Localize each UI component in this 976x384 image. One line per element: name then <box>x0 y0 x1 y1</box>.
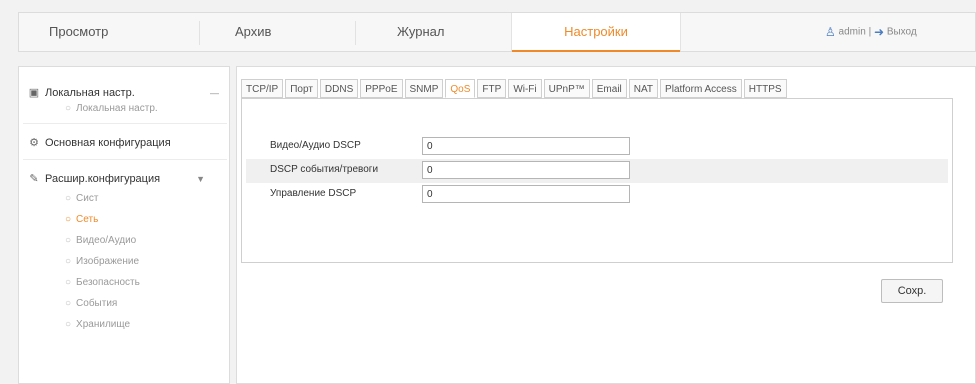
chevron-down-icon[interactable]: ▼ <box>196 169 205 189</box>
sidebar-divider <box>23 159 227 160</box>
user-icon: ♙ <box>825 25 836 39</box>
tab-ftp[interactable]: FTP <box>477 79 507 98</box>
tab-ddns[interactable]: DDNS <box>319 79 359 98</box>
sidebar-item-events[interactable]: ○ События <box>65 296 117 312</box>
tab-pppoe[interactable]: PPPoE <box>360 79 403 98</box>
management-dscp-input[interactable] <box>422 185 630 203</box>
monitor-icon: ▣ <box>28 87 40 99</box>
nav-separator <box>199 21 200 45</box>
bullet-icon: ○ <box>65 214 72 225</box>
bullet-icon: ○ <box>65 256 72 267</box>
sidebar-item-label: Хранилище <box>76 319 131 330</box>
gear-icon: ⚙ <box>29 137 39 149</box>
sidebar-group-label: Расшир.конфигурация <box>45 173 161 185</box>
tab-wifi[interactable]: Wi-Fi <box>508 79 542 98</box>
sidebar-group-label: Локальная настр. <box>45 87 135 99</box>
sidebar-item-security[interactable]: ○ Безопасность <box>65 275 140 291</box>
tab-tcpip[interactable]: TCP/IP <box>241 79 284 98</box>
wrench-icon: ✎ <box>29 173 39 185</box>
qos-settings-panel: Видео/Аудио DSCP DSCP события/тревоги Уп… <box>241 98 953 263</box>
user-separator: | <box>868 26 872 38</box>
logout-link[interactable]: Выход <box>887 27 917 38</box>
bullet-icon: ○ <box>65 277 72 288</box>
nav-tab-log[interactable]: Журнал <box>397 13 477 51</box>
bullet-icon: ○ <box>65 235 72 246</box>
event-alarm-dscp-input[interactable] <box>422 161 630 179</box>
sidebar-group-advanced[interactable]: ✎ Расшир.конфигурация ▼ <box>27 169 223 189</box>
sidebar-item-label: Безопасность <box>76 277 140 288</box>
sidebar-item-label: Локальная настр. <box>76 103 158 114</box>
sidebar-item-network[interactable]: ○ Сеть <box>65 212 98 228</box>
sidebar-group-label: Основная конфигурация <box>45 137 171 149</box>
top-nav-bar: Просмотр Архив Журнал Настройки ♙ admin … <box>18 12 976 52</box>
logout-icon[interactable]: ➜ <box>874 13 884 51</box>
sidebar-item-video-audio[interactable]: ○ Видео/Аудио <box>65 233 136 249</box>
bullet-icon: ○ <box>65 103 72 114</box>
tab-nat[interactable]: NAT <box>628 79 659 98</box>
tab-snmp[interactable]: SNMP <box>404 79 444 98</box>
chevron-up-icon[interactable]: — <box>210 83 219 103</box>
tab-qos[interactable]: QoS <box>445 79 476 98</box>
form-row-video-audio-dscp: Видео/Аудио DSCP <box>246 135 948 159</box>
nav-tab-live-view[interactable]: Просмотр <box>49 13 149 51</box>
sidebar-item-label: События <box>76 298 118 309</box>
management-dscp-label: Управление DSCP <box>270 188 357 199</box>
sidebar-item-storage[interactable]: ○ Хранилище <box>65 317 130 333</box>
tab-platform-access[interactable]: Platform Access <box>660 79 742 98</box>
bullet-icon: ○ <box>65 319 72 330</box>
sidebar-item-system[interactable]: ○ Сист <box>65 191 98 207</box>
sidebar-divider <box>23 123 227 124</box>
nav-tab-configuration[interactable]: Настройки <box>511 13 681 52</box>
sidebar-group-local[interactable]: ▣ Локальная настр. — <box>27 83 223 103</box>
tab-email[interactable]: Email <box>591 79 627 98</box>
main-content: TCP/IP Порт DDNS PPPoE SNMP QoS FTP Wi-Fi UPnP™ E… <box>236 66 976 384</box>
bullet-icon: ○ <box>65 193 72 204</box>
user-area: ♙ admin | ➜ Выход <box>825 13 975 51</box>
sidebar-item-label: Видео/Аудио <box>76 235 137 246</box>
network-tabs: TCP/IP Порт DDNS PPPoE SNMP QoS FTP Wi-Fi UPnP™ E… <box>241 79 789 99</box>
sidebar-item-image[interactable]: ○ Изображение <box>65 254 139 270</box>
form-row-management-dscp: Управление DSCP <box>246 183 948 207</box>
sidebar-item-label: Изображение <box>76 256 140 267</box>
event-alarm-dscp-label: DSCP события/тревоги <box>270 164 379 175</box>
tab-port[interactable]: Порт <box>285 79 318 98</box>
nav-tab-playback[interactable]: Архив <box>235 13 305 51</box>
sidebar-item-label: Сист <box>76 193 99 204</box>
video-audio-dscp-label: Видео/Аудио DSCP <box>270 140 361 151</box>
tab-upnp[interactable]: UPnP™ <box>543 79 590 98</box>
video-audio-dscp-input[interactable] <box>422 137 630 155</box>
username: admin <box>838 26 866 38</box>
sidebar-group-basic[interactable]: ⚙ Основная конфигурация <box>27 133 223 153</box>
bullet-icon: ○ <box>65 298 72 309</box>
sidebar-item-label: Сеть <box>76 214 99 225</box>
form-row-event-alarm-dscp: DSCP события/тревоги <box>246 159 948 183</box>
sidebar: ▣ Локальная настр. — ○ Локальная настр. ⚙ О… <box>18 66 230 384</box>
tab-https[interactable]: HTTPS <box>743 79 787 98</box>
sidebar-item-local-config[interactable]: ○ Локальная настр. <box>65 101 158 117</box>
save-button[interactable]: Сохр. <box>881 279 943 303</box>
nav-separator <box>355 21 356 45</box>
